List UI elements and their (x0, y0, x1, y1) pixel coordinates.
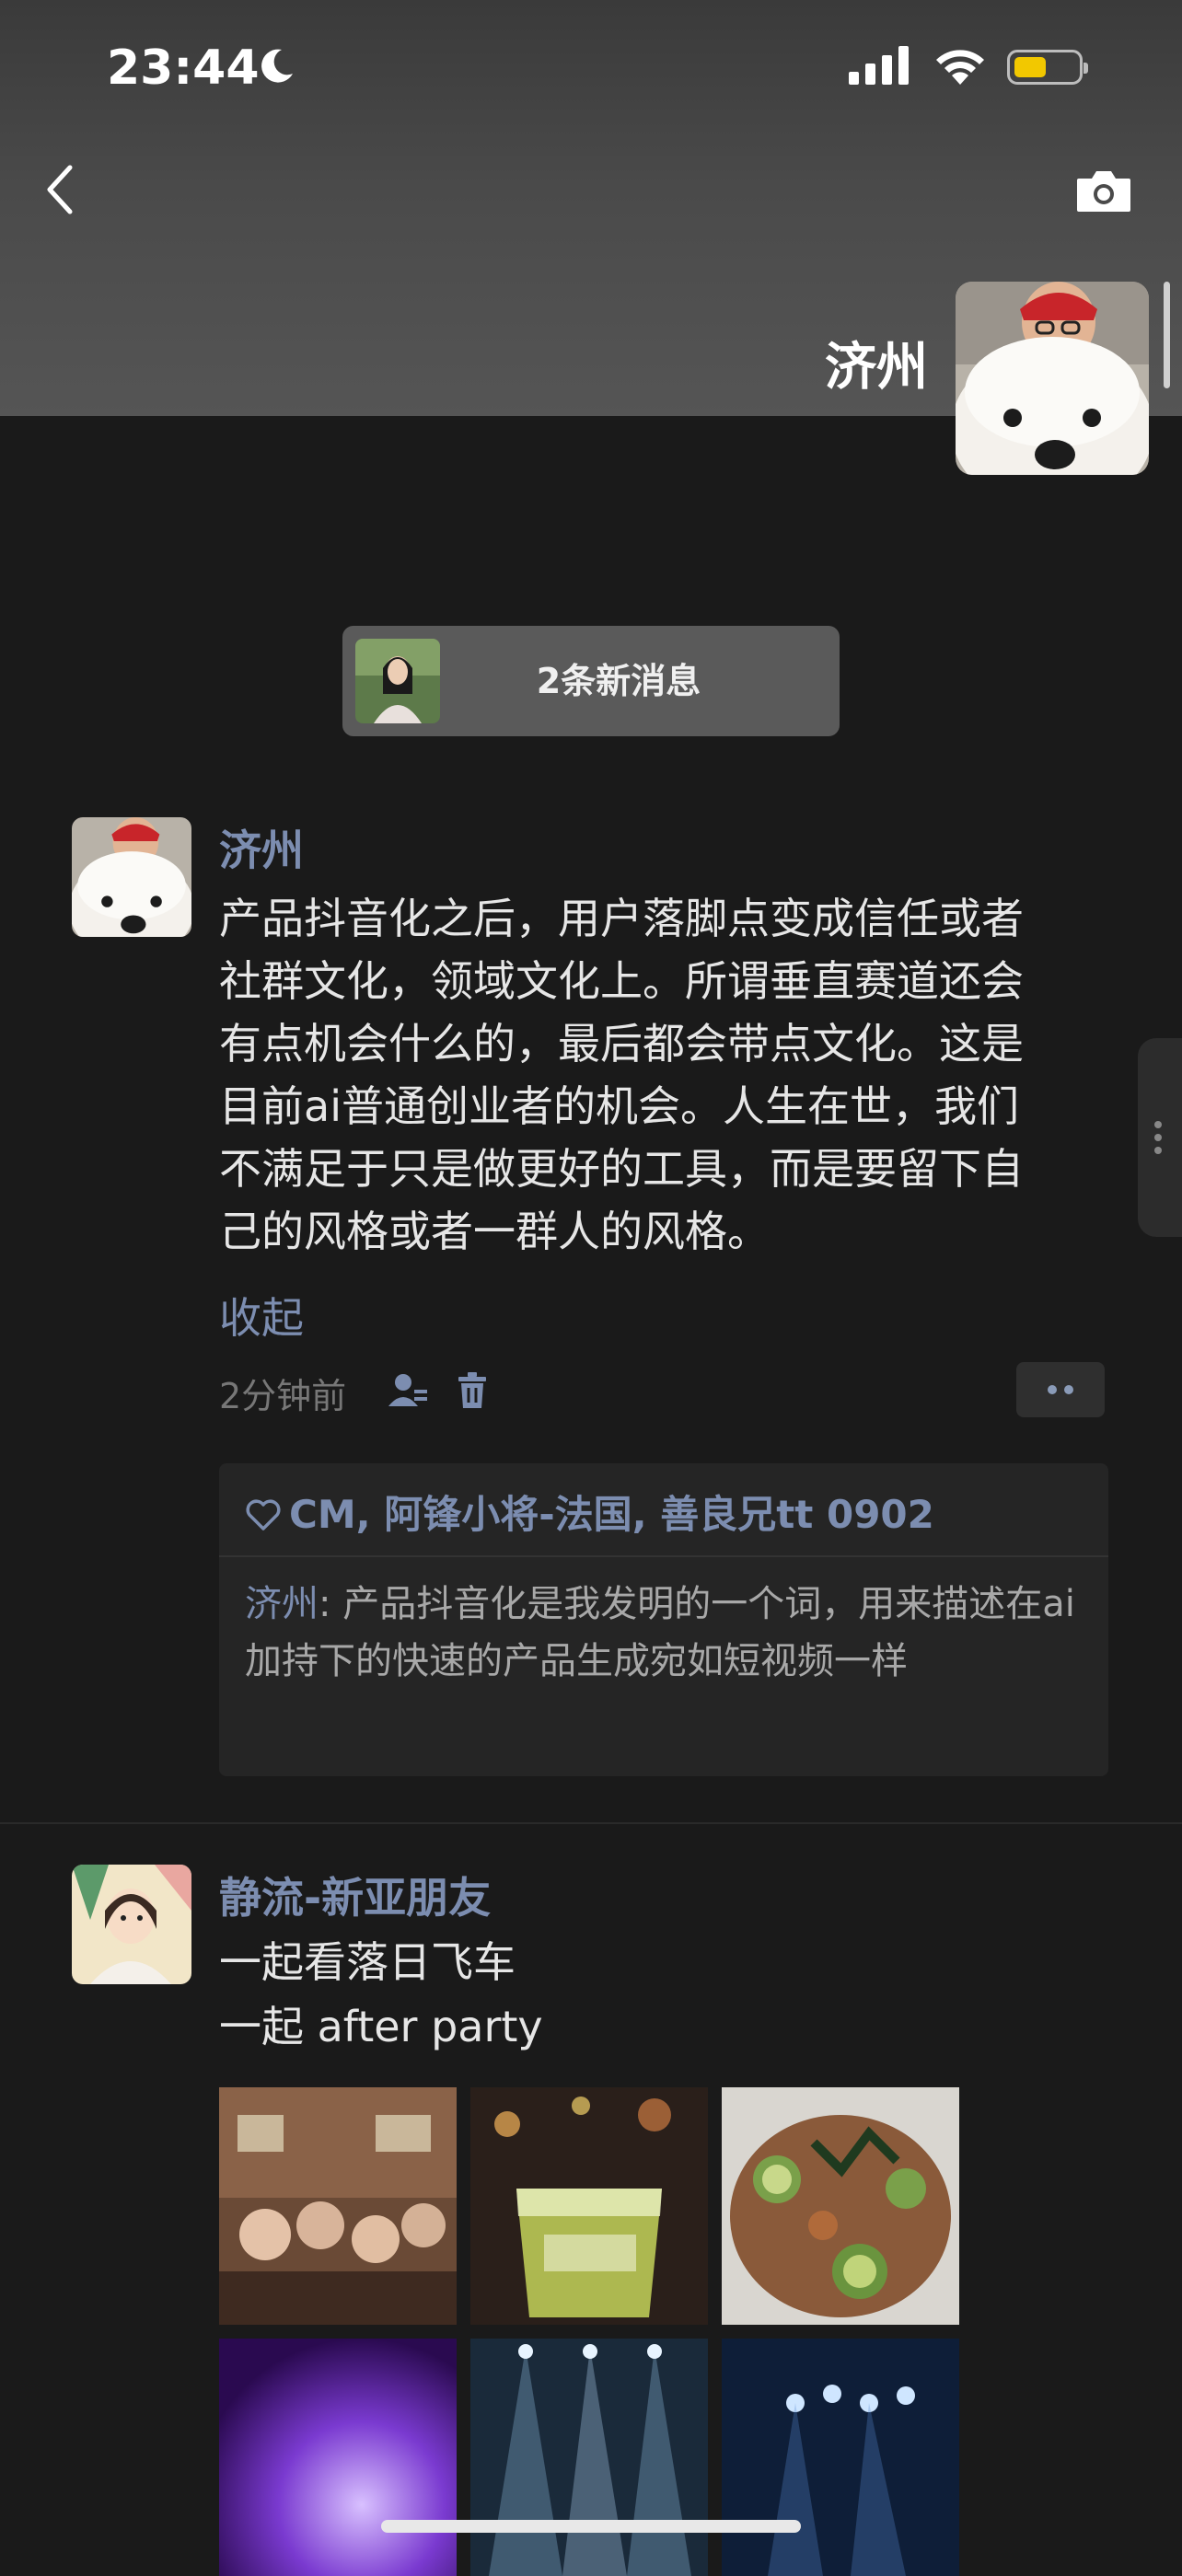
photo-thumbnail[interactable] (722, 2339, 959, 2576)
cellular-signal-icon (849, 46, 909, 85)
post-author-name[interactable]: 静流-新亚朋友 (219, 1865, 491, 1925)
dot-icon (1048, 1385, 1057, 1394)
home-indicator[interactable] (381, 2520, 801, 2533)
post-text-line: 一起 after party (219, 2002, 543, 2051)
likes-names[interactable]: CM, 阿锋小将-法国, 善良兄tt 0902 (289, 1492, 934, 1537)
back-chevron-icon[interactable] (41, 162, 77, 217)
post-author-avatar[interactable] (72, 817, 191, 937)
dot-icon (1064, 1385, 1073, 1394)
status-bar: 23:44 (0, 0, 1182, 138)
comment[interactable]: 济州: 产品抖音化是我发明的一个词，用来描述在ai加持下的快速的产品生成宛如短视… (245, 1576, 1092, 1690)
photo-thumbnail[interactable] (722, 2087, 959, 2325)
new-messages-button[interactable]: 2条新消息 (342, 626, 840, 736)
post-text: 产品抖音化之后，用户落脚点变成信任或者 社群文化，领域文化上。所谓垂直赛道还会 … (219, 894, 1024, 1256)
photo-thumbnail[interactable] (219, 2087, 457, 2325)
battery-icon (1007, 50, 1088, 85)
photo-thumbnail[interactable] (470, 2339, 708, 2576)
visibility-icon[interactable] (387, 1371, 429, 1408)
comment-author[interactable]: 济州 (245, 1583, 319, 1625)
wifi-icon (936, 50, 984, 85)
divider (219, 1555, 1108, 1557)
post-author-name[interactable]: 济州 (219, 817, 304, 878)
side-drag-handle[interactable] (1138, 1038, 1182, 1237)
profile-name: 济州 (825, 338, 928, 398)
photo-thumbnail[interactable] (470, 2087, 708, 2325)
heart-icon (246, 1499, 281, 1531)
trash-icon[interactable] (457, 1371, 488, 1410)
handle-dot (1154, 1147, 1162, 1154)
camera-icon[interactable] (1075, 167, 1132, 214)
collapse-link[interactable]: 收起 (219, 1285, 304, 1346)
more-actions-button[interactable] (1016, 1362, 1105, 1417)
scrollbar[interactable] (1164, 282, 1170, 388)
clock: 23:44 (107, 40, 260, 96)
comment-text: : 产品抖音化是我发明的一个词，用来描述在ai加持下的快速的产品生成宛如短视频一… (245, 1583, 1075, 1682)
new-messages-label: 2条新消息 (536, 661, 701, 701)
photo-thumbnail[interactable] (219, 2339, 457, 2576)
post-text-line: 一起看落日飞车 (219, 1937, 516, 1987)
handle-dot (1154, 1121, 1162, 1128)
battery-nub (1084, 63, 1088, 74)
moon-icon (261, 49, 293, 83)
handle-dot (1154, 1134, 1162, 1141)
post-author-avatar[interactable] (72, 1865, 191, 1984)
profile-avatar[interactable] (956, 282, 1149, 475)
post-time: 2分钟前 (219, 1376, 347, 1416)
likes-comments-box: CM, 阿锋小将-法国, 善良兄tt 0902 济州: 产品抖音化是我发明的一个… (219, 1463, 1108, 1776)
post-divider (0, 1822, 1182, 1824)
battery-level (1014, 57, 1046, 77)
likes-row: CM, 阿锋小将-法国, 善良兄tt 0902 (245, 1484, 934, 1540)
